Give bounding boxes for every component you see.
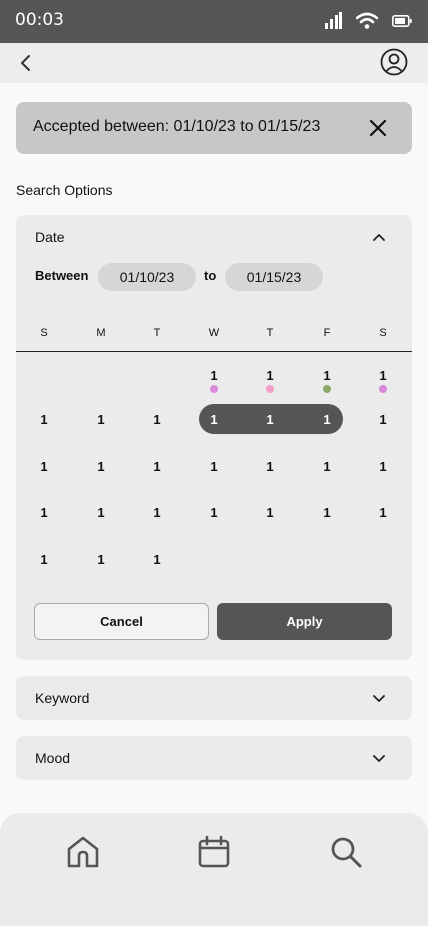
weekday-label: T <box>266 327 274 339</box>
filter-chip-text: Accepted between: 01/10/23 to 01/15/23 <box>33 118 321 135</box>
calendar-day[interactable]: 1 <box>255 368 285 383</box>
mood-dot <box>323 385 331 393</box>
weekday-label: M <box>96 327 106 339</box>
mood-dot <box>210 385 218 393</box>
calendar-day[interactable]: 1 <box>86 505 116 520</box>
calendar-day[interactable]: 1 <box>199 368 229 383</box>
calendar-day[interactable]: 1 <box>142 459 172 474</box>
calendar-day[interactable]: 1 <box>86 552 116 567</box>
chevron-up-icon[interactable] <box>372 230 386 244</box>
calendar-day[interactable]: 1 <box>312 412 342 427</box>
from-date-field[interactable]: 01/10/23 <box>98 263 196 291</box>
chevron-down-icon[interactable] <box>372 751 386 765</box>
calendar-day[interactable]: 1 <box>199 412 229 427</box>
bottom-nav <box>0 813 428 926</box>
calendar-day[interactable]: 1 <box>142 505 172 520</box>
calendar-day[interactable]: 1 <box>255 505 285 520</box>
calendar-day[interactable]: 1 <box>86 459 116 474</box>
weekday-label: S <box>379 327 387 339</box>
active-filter-chip: Accepted between: 01/10/23 to 01/15/23 <box>16 102 412 154</box>
calendar-day[interactable]: 1 <box>86 412 116 427</box>
keyword-panel[interactable]: Keyword <box>16 676 412 720</box>
battery-icon <box>392 14 412 27</box>
calendar-day[interactable]: 1 <box>142 552 172 567</box>
calendar-day[interactable]: 1 <box>368 505 398 520</box>
to-label: to <box>204 268 217 283</box>
weekday-label: W <box>208 327 220 339</box>
weekday-label: T <box>153 327 161 339</box>
apply-button[interactable]: Apply <box>217 603 392 640</box>
calendar-day[interactable]: 1 <box>199 459 229 474</box>
chevron-down-icon[interactable] <box>372 691 386 705</box>
calendar-day[interactable]: 1 <box>199 505 229 520</box>
calendar-day[interactable]: 1 <box>312 505 342 520</box>
status-bar: 00:03 <box>0 0 428 43</box>
wifi-icon <box>356 12 378 29</box>
calendar-day[interactable]: 1 <box>368 368 398 383</box>
signal-icon <box>325 12 342 29</box>
calendar-day[interactable]: 1 <box>368 459 398 474</box>
calendar-day[interactable]: 1 <box>255 459 285 474</box>
top-bar <box>0 43 428 83</box>
mood-panel[interactable]: Mood <box>16 736 412 780</box>
calendar-icon[interactable] <box>197 835 231 869</box>
mood-dot <box>379 385 387 393</box>
close-icon[interactable] <box>368 118 388 138</box>
date-panel-title[interactable]: Date <box>35 229 65 245</box>
between-label: Between <box>35 268 89 283</box>
section-label: Search Options <box>16 182 113 198</box>
user-circle-icon[interactable] <box>380 48 408 76</box>
mood-dot <box>266 385 274 393</box>
home-icon[interactable] <box>66 835 100 869</box>
status-icons <box>325 12 412 29</box>
chevron-left-icon[interactable] <box>14 51 38 75</box>
date-panel: Date Between 01/10/23 to 01/15/23 S M T W T F… <box>16 215 412 660</box>
calendar-day[interactable]: 1 <box>312 368 342 383</box>
weekday-header: SMTWTFS <box>16 327 412 343</box>
cancel-button[interactable]: Cancel <box>34 603 209 640</box>
mood-panel-title: Mood <box>35 750 71 766</box>
calendar-day[interactable]: 1 <box>142 412 172 427</box>
calendar-day[interactable]: 1 <box>29 552 59 567</box>
weekday-label: S <box>40 327 48 339</box>
calendar-day[interactable]: 1 <box>255 412 285 427</box>
calendar-divider <box>16 351 412 352</box>
calendar-day[interactable]: 1 <box>312 459 342 474</box>
status-time: 00:03 <box>15 10 64 30</box>
keyword-panel-title: Keyword <box>35 690 90 706</box>
calendar-day[interactable]: 1 <box>29 459 59 474</box>
weekday-label: F <box>323 327 331 339</box>
calendar-day[interactable]: 1 <box>368 412 398 427</box>
search-icon[interactable] <box>329 835 363 869</box>
calendar-day[interactable]: 1 <box>29 505 59 520</box>
to-date-field[interactable]: 01/15/23 <box>225 263 323 291</box>
calendar-day[interactable]: 1 <box>29 412 59 427</box>
